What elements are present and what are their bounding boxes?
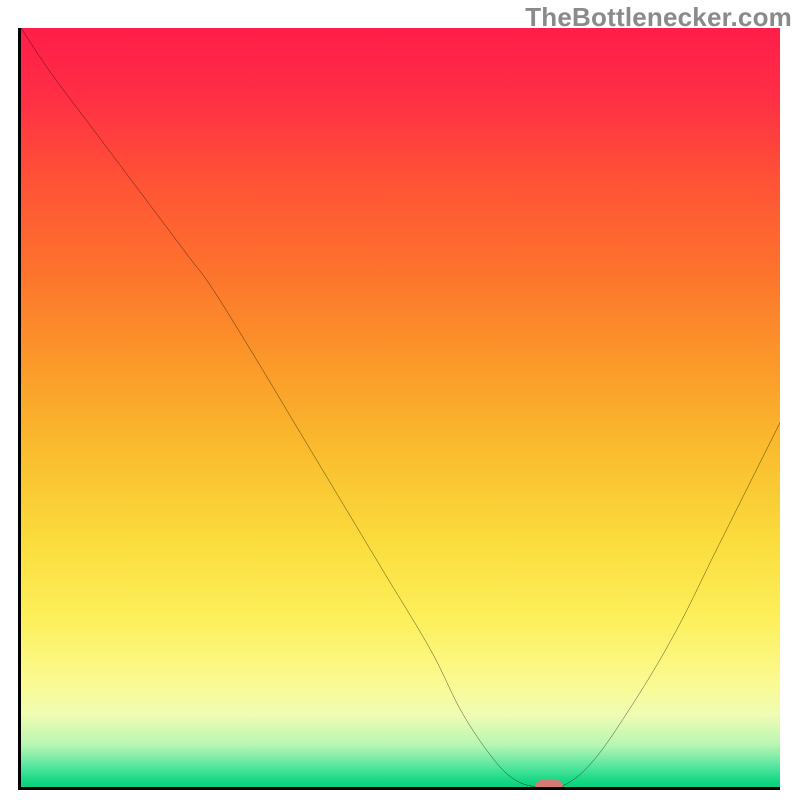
plot-area (18, 28, 780, 790)
bottleneck-curve (21, 28, 780, 787)
chart-frame: TheBottlenecker.com (0, 0, 800, 800)
